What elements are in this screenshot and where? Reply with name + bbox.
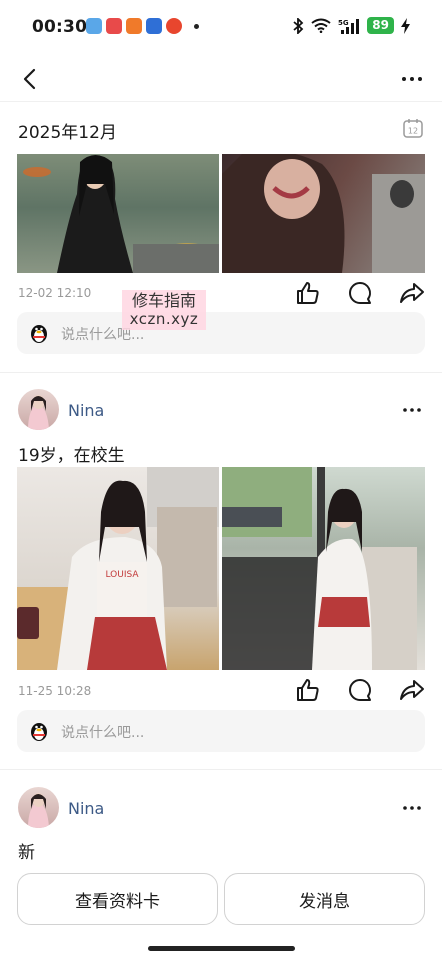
comment-bubble-icon [349, 282, 371, 304]
photo-girl-by-pond [23, 155, 219, 273]
like-button[interactable] [292, 279, 324, 307]
view-profile-card-button[interactable]: 查看资料卡 [17, 873, 218, 925]
avatar[interactable] [18, 787, 59, 828]
avatar[interactable] [18, 389, 59, 430]
red-app-icon [106, 18, 122, 34]
notification-dot-icon [194, 23, 199, 29]
post-photo[interactable] [222, 154, 425, 273]
watermark-line2: xczn.xyz [129, 310, 199, 328]
calendar-day: 12 [408, 127, 418, 136]
post-photo[interactable]: LOUISA [17, 467, 219, 670]
like-button[interactable] [292, 676, 324, 704]
nav-bar [0, 56, 442, 102]
signal-5g-icon: 5G [338, 18, 360, 34]
photo-girl-closeup [222, 154, 425, 273]
post-timestamp: 12-02 12:10 [18, 286, 92, 300]
status-app-icons [86, 18, 199, 34]
divider [0, 372, 442, 373]
watermark: 修车指南 xczn.xyz [122, 290, 206, 330]
comment-button[interactable] [344, 676, 376, 704]
status-bar: 00:30 5G 89 [0, 0, 442, 56]
post-photo[interactable] [222, 467, 425, 670]
post-actions [292, 676, 428, 704]
status-indicators: 5G 89 [293, 17, 410, 34]
thumbs-up-icon [297, 679, 319, 701]
photo-girl-window [222, 467, 417, 670]
svg-text:LOUISA: LOUISA [105, 570, 139, 580]
divider [0, 769, 442, 770]
weather-app-icon [86, 18, 102, 34]
more-dots-icon[interactable] [400, 65, 424, 93]
watermark-line1: 修车指南 [131, 291, 196, 310]
qq-penguin-icon [31, 325, 47, 343]
comment-input[interactable]: 说点什么吧... [17, 312, 425, 354]
charging-bolt-icon [401, 17, 410, 34]
battery-level: 89 [367, 17, 394, 34]
wifi-icon [311, 18, 331, 33]
comment-bubble-icon [349, 679, 371, 701]
orange-app-icon [126, 18, 142, 34]
svg-text:5G: 5G [338, 19, 349, 27]
post-text: 新 [18, 843, 35, 863]
comment-placeholder: 说点什么吧... [61, 725, 145, 741]
status-time: 00:30 [32, 17, 88, 37]
comment-input[interactable]: 说点什么吧... [17, 710, 425, 752]
share-button[interactable] [396, 676, 428, 704]
post-actions [292, 279, 428, 307]
post-timestamp: 11-25 10:28 [18, 684, 92, 698]
user-name[interactable]: Nina [68, 799, 104, 818]
share-arrow-icon [400, 283, 424, 303]
food-app-icon [166, 18, 182, 34]
more-dots-icon[interactable] [402, 803, 422, 813]
back-chevron-icon[interactable] [16, 65, 44, 93]
share-arrow-icon [400, 680, 424, 700]
photo-girl-cafe: LOUISA [17, 467, 219, 670]
user-name[interactable]: Nina [68, 401, 104, 420]
blue-app-icon [146, 18, 162, 34]
send-message-button[interactable]: 发消息 [224, 873, 425, 925]
share-button[interactable] [396, 279, 428, 307]
calendar-icon[interactable]: 12 [402, 117, 424, 139]
post-text: 19岁，在校生 [18, 446, 125, 466]
home-indicator[interactable] [148, 946, 295, 951]
bluetooth-icon [293, 17, 304, 34]
qq-penguin-icon [31, 723, 47, 741]
comment-button[interactable] [344, 279, 376, 307]
post-photo[interactable] [17, 154, 219, 273]
thumbs-up-icon [297, 282, 319, 304]
date-section-title: 2025年12月 [18, 123, 117, 143]
more-dots-icon[interactable] [402, 405, 422, 415]
